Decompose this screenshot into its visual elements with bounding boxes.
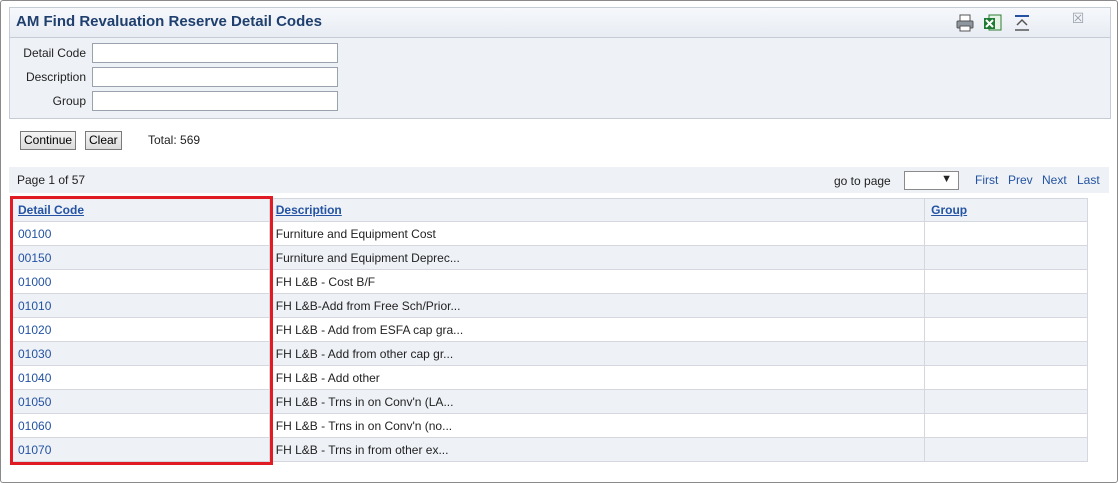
group-label: Group: [52, 94, 86, 108]
detail-code-cell[interactable]: 01010: [11, 293, 270, 318]
window-title: AM Find Revaluation Reserve Detail Codes: [16, 13, 322, 30]
description-label: Description: [25, 70, 86, 84]
group-cell: [924, 365, 1088, 390]
group-cell: [924, 221, 1088, 246]
table-row[interactable]: 01060 FH L&B - Trns in on Conv'n (no...: [11, 413, 1088, 438]
search-panel: Detail Code Description Group: [9, 37, 1111, 119]
title-bar: AM Find Revaluation Reserve Detail Codes: [9, 7, 1111, 38]
detail-code-cell[interactable]: 01060: [11, 413, 270, 438]
collapse-icon[interactable]: [1012, 13, 1032, 33]
description-cell: Furniture and Equipment Deprec...: [268, 245, 926, 270]
group-input[interactable]: [92, 91, 338, 111]
detail-code-cell[interactable]: 01070: [11, 437, 270, 462]
table-row[interactable]: 01040 FH L&B - Add other: [11, 365, 1088, 390]
goto-page-label: go to page: [834, 174, 891, 188]
chevron-down-icon: ▼: [941, 173, 952, 185]
sort-group-link[interactable]: Group: [931, 203, 967, 217]
column-header-group[interactable]: Group: [924, 198, 1088, 222]
column-header-detail-code[interactable]: Detail Code: [11, 198, 270, 222]
table-row[interactable]: 00150 Furniture and Equipment Deprec...: [11, 245, 1088, 270]
description-cell: FH L&B - Add from other cap gr...: [268, 341, 926, 366]
group-cell: [924, 437, 1088, 462]
total-count: Total: 569: [148, 133, 201, 147]
table-row[interactable]: 00100 Furniture and Equipment Cost: [11, 221, 1088, 246]
table-row[interactable]: 01030 FH L&B - Add from other cap gr...: [11, 341, 1088, 366]
excel-export-icon[interactable]: [983, 13, 1003, 33]
sort-description-link[interactable]: Description: [276, 203, 342, 217]
detail-code-cell[interactable]: 01000: [11, 269, 270, 294]
description-cell: FH L&B-Add from Free Sch/Prior...: [268, 293, 926, 318]
description-cell: FH L&B - Trns in from other ex...: [268, 437, 926, 462]
results-table: Detail Code Description Group 00100 Furn…: [11, 198, 1088, 462]
detail-code-cell[interactable]: 00100: [11, 221, 270, 246]
detail-code-cell[interactable]: 01050: [11, 389, 270, 414]
continue-button[interactable]: Continue: [20, 131, 77, 150]
goto-page-select[interactable]: ▼: [904, 171, 959, 190]
description-cell: Furniture and Equipment Cost: [268, 221, 926, 246]
group-cell: [924, 413, 1088, 438]
close-icon[interactable]: ☒: [1070, 10, 1086, 26]
description-cell: FH L&B - Trns in on Conv'n (no...: [268, 413, 926, 438]
detail-code-cell[interactable]: 01020: [11, 317, 270, 342]
group-cell: [924, 269, 1088, 294]
table-row[interactable]: 01020 FH L&B - Add from ESFA cap gra...: [11, 317, 1088, 342]
description-cell: FH L&B - Trns in on Conv'n (LA...: [268, 389, 926, 414]
group-cell: [924, 245, 1088, 270]
table-row[interactable]: 01070 FH L&B - Trns in from other ex...: [11, 437, 1088, 462]
detail-code-cell[interactable]: 01030: [11, 341, 270, 366]
description-cell: FH L&B - Add from ESFA cap gra...: [268, 317, 926, 342]
detail-code-cell[interactable]: 00150: [11, 245, 270, 270]
group-cell: [924, 341, 1088, 366]
print-icon[interactable]: [955, 13, 975, 33]
detail-code-cell[interactable]: 01040: [11, 365, 270, 390]
prev-page-link[interactable]: Prev: [1008, 173, 1033, 187]
column-header-description[interactable]: Description: [268, 198, 926, 222]
table-row[interactable]: 01050 FH L&B - Trns in on Conv'n (LA...: [11, 389, 1088, 414]
next-page-link[interactable]: Next: [1042, 173, 1067, 187]
first-page-link[interactable]: First: [975, 173, 998, 187]
detail-code-input[interactable]: [92, 43, 338, 63]
description-cell: FH L&B - Cost B/F: [268, 269, 926, 294]
description-input[interactable]: [92, 67, 338, 87]
clear-button[interactable]: Clear: [85, 131, 122, 150]
page-info: Page 1 of 57: [17, 173, 86, 187]
dialog-window: AM Find Revaluation Reserve Detail Codes: [0, 0, 1118, 483]
group-cell: [924, 293, 1088, 318]
last-page-link[interactable]: Last: [1077, 173, 1100, 187]
table-row[interactable]: 01000 FH L&B - Cost B/F: [11, 269, 1088, 294]
group-cell: [924, 317, 1088, 342]
group-cell: [924, 389, 1088, 414]
detail-code-label: Detail Code: [23, 46, 86, 60]
description-cell: FH L&B - Add other: [268, 365, 926, 390]
table-row[interactable]: 01010 FH L&B-Add from Free Sch/Prior...: [11, 293, 1088, 318]
pager-bar: Page 1 of 57 go to page ▼ First Prev Nex…: [9, 167, 1109, 193]
sort-detail-code-link[interactable]: Detail Code: [18, 203, 84, 217]
table-header-row: Detail Code Description Group: [11, 198, 1088, 222]
